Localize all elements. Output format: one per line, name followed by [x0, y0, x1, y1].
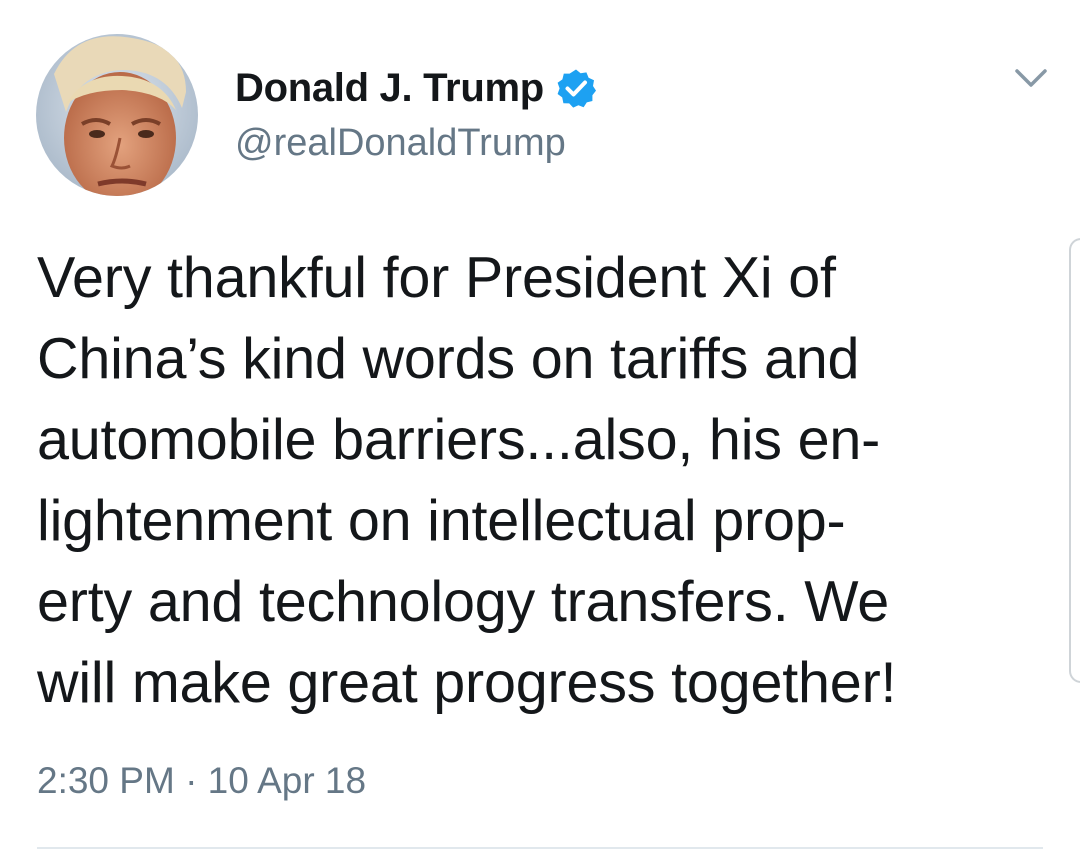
- tweet-text: Very thankful for President Xi of China’…: [37, 246, 897, 715]
- verified-badge-icon: [556, 68, 596, 108]
- scrollbar[interactable]: [1069, 238, 1080, 683]
- avatar[interactable]: [36, 34, 198, 196]
- divider: [37, 847, 1043, 849]
- author-handle[interactable]: @realDonaldTrump: [235, 122, 566, 165]
- author-name-row[interactable]: Donald J. Trump: [235, 62, 596, 114]
- chevron-down-icon[interactable]: [1011, 63, 1051, 93]
- tweet-timestamp[interactable]: 2:30 PM · 10 Apr 18: [37, 760, 366, 802]
- profile-photo-icon: [36, 34, 198, 196]
- display-name[interactable]: Donald J. Trump: [235, 66, 544, 111]
